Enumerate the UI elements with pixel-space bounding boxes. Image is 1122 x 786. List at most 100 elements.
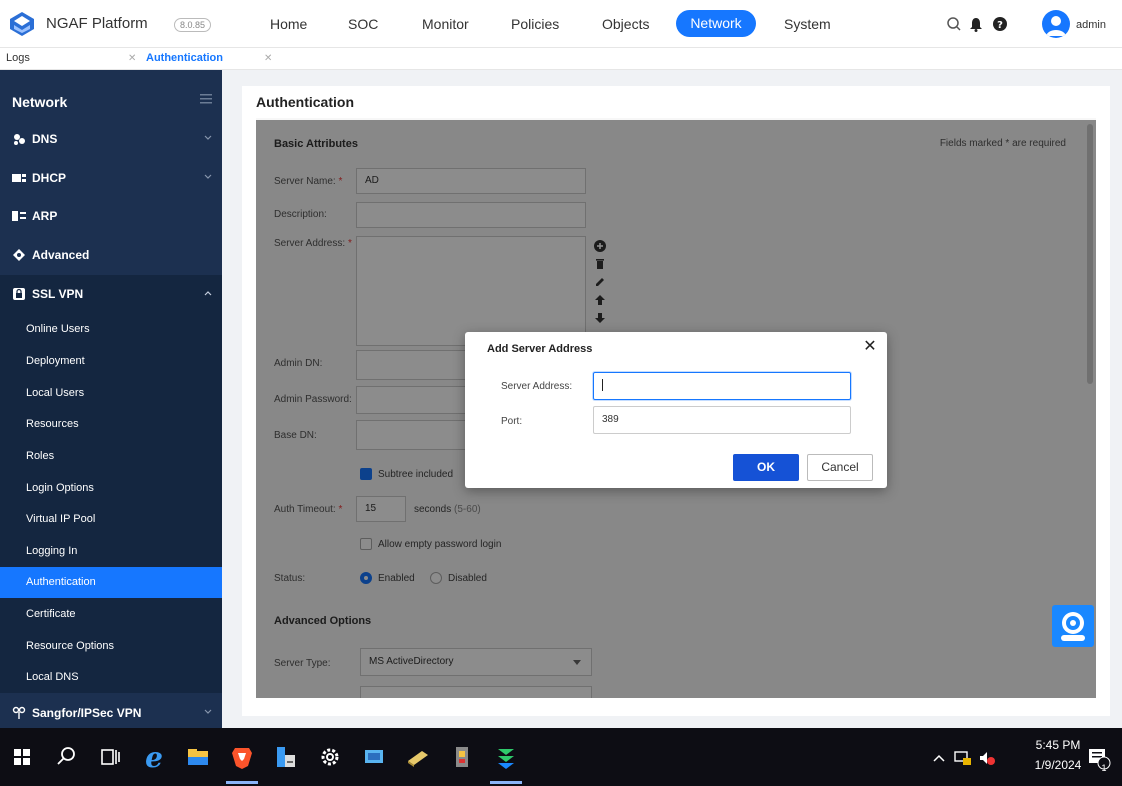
sidebar-item-label: Login Options: [26, 482, 94, 494]
sidebar-section-label: DHCP: [32, 171, 67, 185]
sangfor-client-icon[interactable]: [492, 743, 520, 771]
sidebar-item-label: Resources: [26, 418, 79, 430]
sidebar: Network DNS DHCP ARP Advanced SSL VPN On…: [0, 70, 222, 728]
top-bar: NGAF Platform 8.0.85 Home SOC Monitor Po…: [0, 0, 1122, 48]
sidebar-item-label: Deployment: [26, 355, 85, 367]
collapse-menu-icon[interactable]: [200, 94, 212, 104]
clock-time[interactable]: 5:45 PM: [1030, 738, 1086, 752]
cancel-button[interactable]: Cancel: [807, 454, 873, 481]
bell-icon[interactable]: [968, 16, 984, 32]
search-icon[interactable]: [946, 16, 962, 32]
notification-count: 1: [1101, 763, 1107, 773]
nav-monitor[interactable]: Monitor: [422, 16, 469, 32]
nav-objects[interactable]: Objects: [602, 16, 649, 32]
sidebar-item-online-users[interactable]: Online Users: [0, 314, 222, 345]
user-avatar-icon: [1046, 16, 1066, 36]
dhcp-icon: [12, 174, 26, 182]
chevron-up-icon[interactable]: [930, 750, 948, 766]
tab-authentication-close-icon[interactable]: ✕: [264, 48, 272, 69]
nav-network[interactable]: Network: [676, 10, 756, 37]
sidebar-item-label: Logging In: [26, 545, 78, 557]
sidebar-item-certificate[interactable]: Certificate: [0, 599, 222, 630]
add-server-address-dialog: Add Server Address ✕ Server Address: Por…: [465, 332, 887, 488]
sidebar-item-label: Local Users: [26, 387, 85, 399]
sidebar-item-resource-options[interactable]: Resource Options: [0, 631, 222, 662]
tab-logs-close-icon[interactable]: ✕: [128, 48, 136, 69]
svg-text:?: ?: [997, 20, 1003, 31]
clock-date[interactable]: 1/9/2024: [1030, 758, 1086, 772]
sidebar-section-advanced[interactable]: Advanced: [0, 236, 222, 274]
brave-browser-icon[interactable]: [228, 743, 256, 771]
text-caret: [602, 379, 603, 392]
sidebar-section-dhcp[interactable]: DHCP: [0, 159, 222, 197]
server-manager-icon[interactable]: [272, 743, 300, 771]
sidebar-section-label: Sangfor/IPSec VPN: [32, 706, 142, 720]
remote-desktop-icon[interactable]: [360, 743, 388, 771]
nav-soc[interactable]: SOC: [348, 16, 378, 32]
sslvpn-icon: [13, 288, 25, 300]
sidebar-item-local-dns[interactable]: Local DNS: [0, 662, 222, 693]
storage-tool-icon[interactable]: [404, 743, 432, 771]
arp-icon: [12, 211, 26, 221]
file-explorer-icon[interactable]: [184, 743, 212, 771]
user-name[interactable]: admin: [1076, 19, 1106, 31]
sidebar-section-dns[interactable]: DNS: [0, 120, 222, 158]
sidebar-section-label: SSL VPN: [32, 287, 84, 301]
dialog-port-input[interactable]: 389: [593, 406, 851, 434]
sidebar-item-label: Certificate: [26, 608, 76, 620]
ipsec-vpn-icon: [12, 706, 26, 719]
chevron-down-icon: [204, 135, 212, 140]
brand-title: NGAF Platform: [46, 15, 148, 32]
sidebar-title: Network: [12, 94, 68, 110]
version-badge: 8.0.85: [174, 18, 212, 32]
nav-policies[interactable]: Policies: [511, 16, 559, 32]
avatar[interactable]: [1042, 10, 1070, 38]
dialog-title: Add Server Address: [487, 343, 593, 355]
task-view-icon[interactable]: [96, 743, 124, 771]
dns-icon: [14, 134, 25, 145]
sidebar-item-resources[interactable]: Resources: [0, 409, 222, 440]
close-icon[interactable]: ✕: [861, 338, 879, 356]
sidebar-section-arp[interactable]: ARP: [0, 197, 222, 235]
assistant-button[interactable]: [1052, 605, 1094, 647]
sidebar-item-label: Local DNS: [26, 671, 79, 683]
internet-explorer-icon[interactable]: e: [140, 743, 168, 771]
sidebar-item-label: Roles: [26, 450, 55, 462]
dialog-server-address-input[interactable]: [593, 372, 851, 400]
device-tool-icon[interactable]: [448, 743, 476, 771]
ok-button[interactable]: OK: [733, 454, 799, 481]
sidebar-item-label: Authentication: [26, 576, 96, 588]
settings-gear-icon[interactable]: [316, 743, 344, 771]
nav-home[interactable]: Home: [270, 16, 307, 32]
page-title: Authentication: [256, 94, 354, 110]
sidebar-item-deployment[interactable]: Deployment: [0, 346, 222, 377]
tab-authentication[interactable]: Authentication: [146, 48, 223, 69]
nav-system[interactable]: System: [784, 16, 831, 32]
tab-logs[interactable]: Logs: [6, 48, 30, 69]
sangfor-logo-icon: [10, 12, 34, 36]
search-icon[interactable]: [52, 743, 80, 771]
chevron-down-icon: [204, 709, 212, 714]
sidebar-section-sslvpn[interactable]: SSL VPN: [0, 275, 222, 313]
sidebar-item-logging-in[interactable]: Logging In: [0, 536, 222, 567]
help-icon[interactable]: ?: [992, 16, 1008, 32]
advanced-icon: [13, 249, 25, 261]
sidebar-item-roles[interactable]: Roles: [0, 441, 222, 472]
sidebar-item-authentication[interactable]: Authentication: [0, 567, 222, 598]
network-icon[interactable]: [954, 750, 972, 766]
sidebar-header: Network: [0, 80, 222, 120]
sidebar-item-label: Online Users: [26, 323, 90, 335]
tab-strip: Logs ✕ Authentication ✕: [0, 48, 1122, 70]
chevron-down-icon: [204, 174, 212, 179]
sidebar-item-login-options[interactable]: Login Options: [0, 473, 222, 504]
sidebar-item-label: Virtual IP Pool: [26, 513, 96, 525]
sidebar-item-label: Resource Options: [26, 640, 115, 652]
sidebar-item-local-users[interactable]: Local Users: [0, 378, 222, 409]
windows-start-icon[interactable]: [8, 743, 36, 771]
svg-text:e: e: [145, 743, 163, 771]
sidebar-item-virtual-ip-pool[interactable]: Virtual IP Pool: [0, 504, 222, 535]
volume-muted-icon[interactable]: [978, 750, 996, 766]
sidebar-section-sangfor-ipsec-vpn[interactable]: Sangfor/IPSec VPN: [0, 694, 222, 732]
chevron-up-icon: [204, 291, 212, 296]
sidebar-section-label: ARP: [32, 209, 58, 223]
